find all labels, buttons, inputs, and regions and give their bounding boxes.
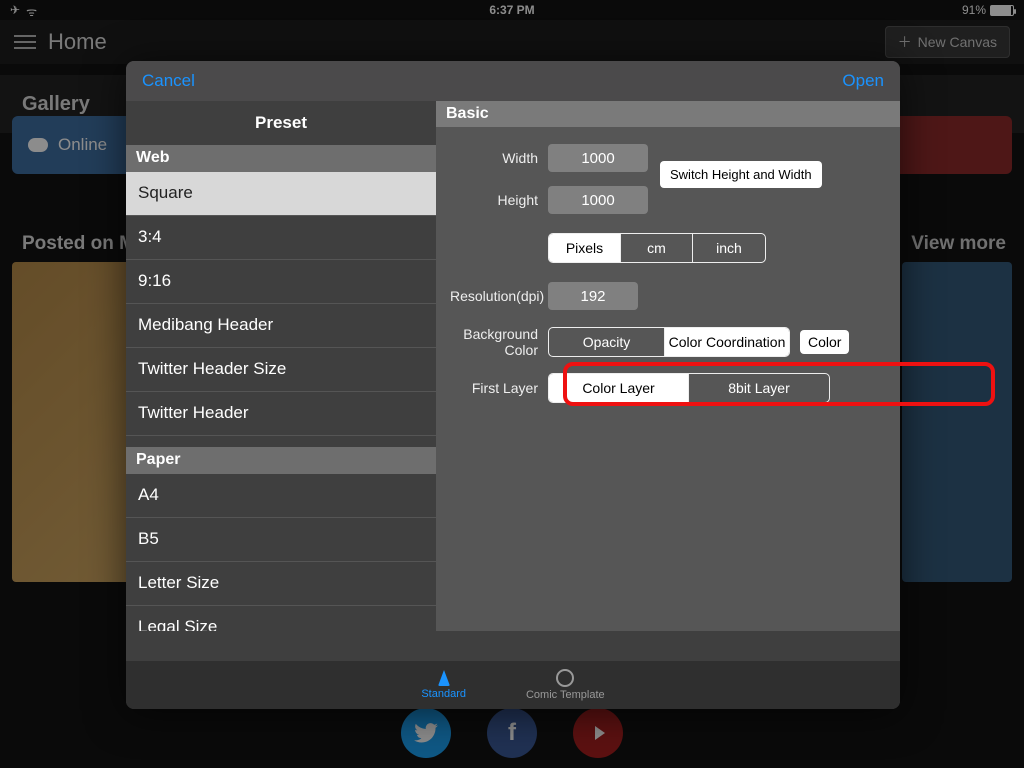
firstlayer-segmented[interactable]: Color Layer8bit Layer [548,373,830,403]
preset-item[interactable]: Twitter Header [126,392,436,436]
pen-icon [438,670,450,686]
bgcolor-label: Background Color [450,326,548,358]
open-button[interactable]: Open [842,71,884,91]
resolution-input[interactable]: 192 [548,282,638,310]
firstlayer-label: First Layer [450,380,548,396]
bgcolor-segmented[interactable]: OpacityColor Coordination [548,327,790,357]
preset-item[interactable]: LINE Sticker [126,436,436,447]
preset-item[interactable]: Medibang Header [126,304,436,348]
segment-option[interactable]: inch [693,234,765,262]
segment-option[interactable]: Opacity [549,328,665,356]
height-label: Height [450,192,548,208]
preset-group-paper: Paper [126,447,436,474]
segment-option[interactable]: Pixels [549,234,621,262]
smiley-icon [556,669,574,687]
preset-item[interactable]: Square [126,172,436,216]
width-label: Width [450,150,548,166]
height-input[interactable]: 1000 [548,186,648,214]
cancel-button[interactable]: Cancel [142,71,195,91]
basic-heading: Basic [436,101,900,127]
preset-item[interactable]: A4 [126,474,436,518]
popover-header: Cancel Open [126,61,900,101]
preset-item[interactable]: Legal Size [126,606,436,631]
tab-standard[interactable]: Standard [421,670,466,700]
preset-item[interactable]: B5 [126,518,436,562]
swap-wh-button[interactable]: Switch Height and Width [660,161,822,188]
popover-tabs: Standard Comic Template [126,661,900,709]
tab-comic[interactable]: Comic Template [526,669,605,701]
segment-option[interactable]: 8bit Layer [689,374,829,402]
color-button[interactable]: Color [800,330,849,354]
preset-item[interactable]: Twitter Header Size [126,348,436,392]
preset-title: Preset [126,101,436,145]
preset-group-web: Web [126,145,436,172]
preset-item[interactable]: 3:4 [126,216,436,260]
basic-panel: Basic Width 1000 Height 1000 Switch Heig… [436,101,900,631]
resolution-label: Resolution(dpi) [450,288,548,304]
preset-item[interactable]: Letter Size [126,562,436,606]
preset-list: Preset Web Square3:49:16Medibang HeaderT… [126,101,436,631]
tab-standard-label: Standard [421,688,466,700]
width-input[interactable]: 1000 [548,144,648,172]
preset-item[interactable]: 9:16 [126,260,436,304]
new-canvas-popover: Cancel Open Preset Web Square3:49:16Medi… [126,61,900,709]
segment-option[interactable]: Color Layer [549,374,689,402]
segment-option[interactable]: Color Coordination [665,328,789,356]
tab-comic-label: Comic Template [526,689,605,701]
unit-segmented[interactable]: Pixelscminch [548,233,766,263]
segment-option[interactable]: cm [621,234,693,262]
